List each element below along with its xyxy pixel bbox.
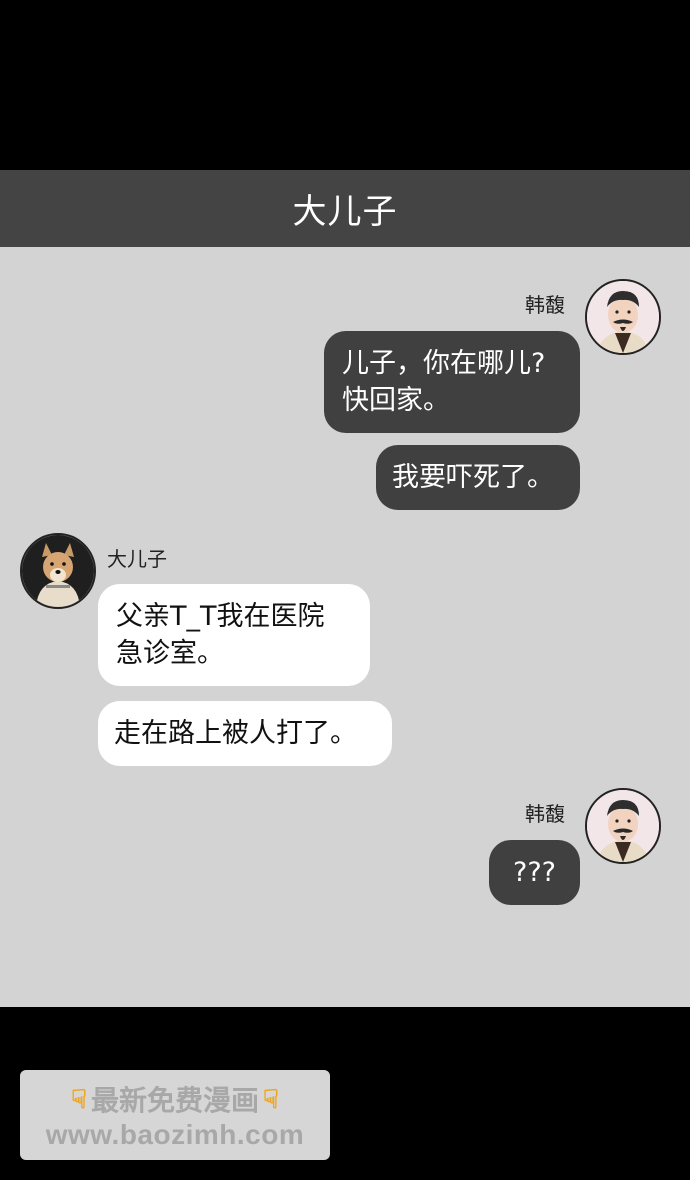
pointing-down-hand-icon: ☟ bbox=[263, 1083, 279, 1114]
watermark-url: www.baozimh.com bbox=[45, 1119, 305, 1150]
message-bubble[interactable]: 儿子，你在哪儿? 快回家。 bbox=[324, 331, 580, 433]
sender-name: 大儿子 bbox=[107, 547, 167, 571]
message-bubble[interactable]: 父亲T_T我在医院 急诊室。 bbox=[98, 584, 370, 686]
watermark-title-row: ☟ 最新免费漫画 ☟ bbox=[71, 1079, 279, 1119]
pointing-down-hand-icon: ☟ bbox=[71, 1083, 87, 1114]
dog-avatar-icon[interactable] bbox=[20, 533, 96, 609]
sender-name: 韩馥 bbox=[525, 293, 565, 317]
chat-header: 大儿子 bbox=[0, 170, 690, 247]
chat-title: 大儿子 bbox=[292, 192, 398, 232]
old-man-avatar-icon[interactable] bbox=[585, 279, 661, 355]
sender-name: 韩馥 bbox=[525, 802, 565, 826]
message-bubble[interactable]: ??? bbox=[489, 840, 580, 905]
message-bubble[interactable]: 走在路上被人打了。 bbox=[98, 701, 392, 766]
message-bubble[interactable]: 我要吓死了。 bbox=[376, 445, 580, 510]
old-man-avatar-icon[interactable] bbox=[585, 788, 661, 864]
top-letterbox bbox=[0, 0, 690, 170]
watermark-banner[interactable]: ☟ 最新免费漫画 ☟ www.baozimh.com bbox=[20, 1070, 330, 1160]
chat-area[interactable]: 韩馥 儿子，你在哪儿? 快回家。 我要吓死了。 大儿子 父亲T_T我在医院 急诊… bbox=[0, 247, 690, 1007]
watermark-title: 最新免费漫画 bbox=[90, 1085, 259, 1116]
